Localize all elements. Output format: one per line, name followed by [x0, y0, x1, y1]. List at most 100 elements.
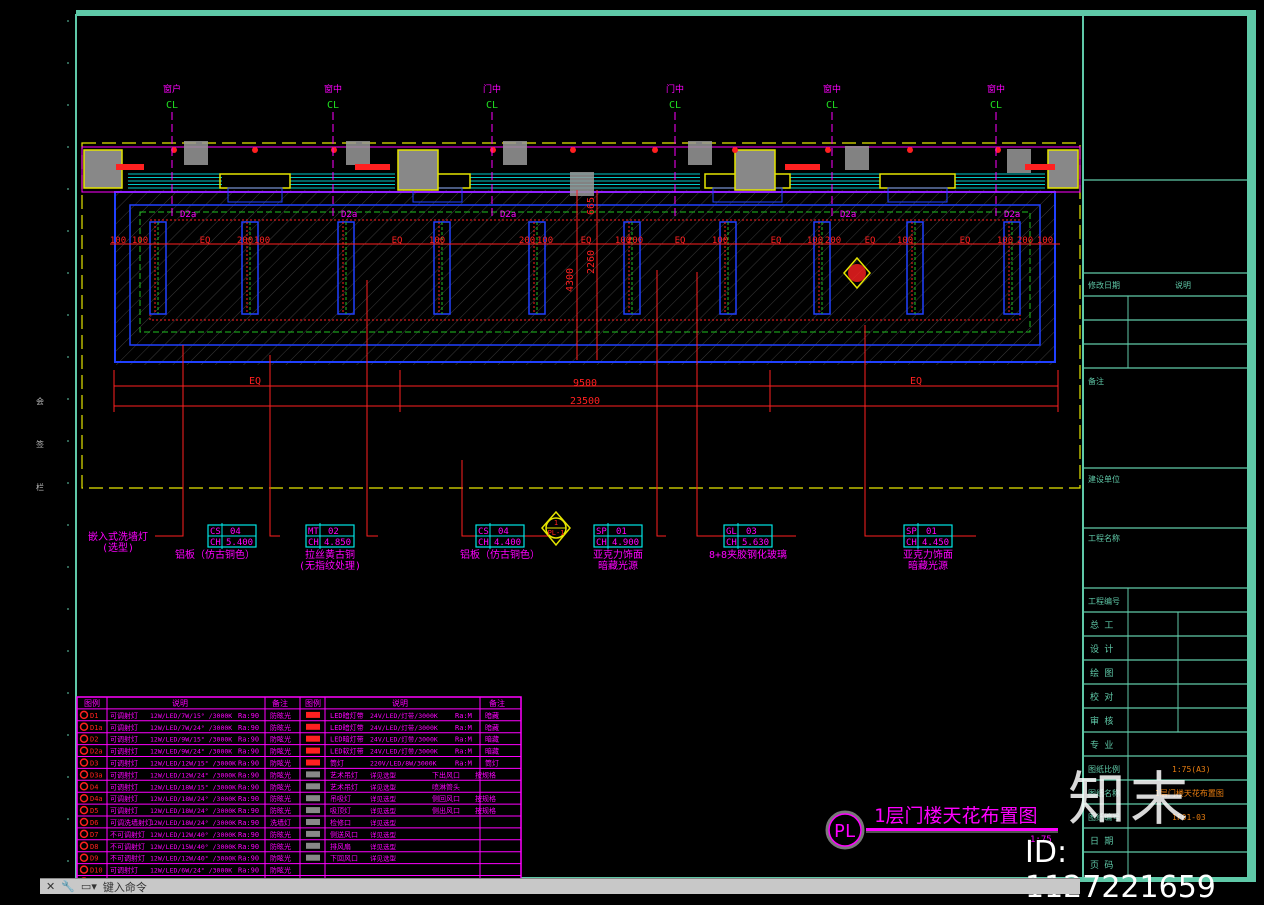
material-description: 亚克力饰面 [593, 548, 643, 561]
dim-text: 100 [997, 236, 1013, 246]
ceiling-height-value: 5.630 [742, 538, 769, 548]
fixture-symbol-icon [306, 771, 320, 778]
command-line[interactable]: ✕ 🔧 ▭▾ 键入命令 [40, 878, 1080, 894]
dim-text: 100 [132, 236, 148, 246]
fixture-code: D4 [90, 783, 98, 791]
dim-text: 100 [429, 236, 445, 246]
watermark-id: ID: 1127221659 [1025, 835, 1216, 905]
fixture-note: 防眩光 [270, 735, 291, 744]
fixture-code: D7 [90, 831, 98, 839]
fixture-ra: Ra:90 [238, 867, 259, 875]
command-input[interactable]: 键入命令 [103, 879, 147, 895]
spotlight-icon [732, 147, 738, 153]
fixture-ra: Ra:90 [238, 855, 259, 863]
material-code: CS [210, 527, 221, 537]
fixture-spec: 12W/LED/12W/40° /3000K [150, 831, 236, 839]
fixture-ra: Ra:M [455, 724, 472, 732]
legend-row-right: LED暗灯带 24V/LED/灯带/3000K Ra:M 暗藏 [306, 735, 499, 744]
ceiling-height-value: 4.850 [324, 538, 351, 548]
client-label: 建设单位 [1088, 474, 1120, 484]
dim-text: 200 [519, 236, 535, 246]
sheet-border-right [1248, 10, 1256, 882]
close-icon[interactable]: ✕ [46, 880, 55, 893]
fixture-spec: 12W/LED/12W/15° /3000K [150, 760, 236, 768]
fixture-note: 防眩光 [270, 794, 291, 803]
axis-label: 门中 [666, 83, 684, 95]
axis-label: 窗中 [987, 83, 1005, 95]
legend-header: 图例 [305, 698, 321, 708]
fixture-name-2: 下出风口 [432, 770, 460, 779]
dim-665: 665 [586, 197, 597, 215]
fixture-name-2: 喷淋管头 [432, 782, 460, 791]
fixture-name: 可调射灯 [110, 782, 138, 791]
fixture-symbol-icon [306, 711, 320, 718]
fixture-spec: 详见选型 [370, 782, 397, 791]
material-description: 8+8夹胶钢化玻璃 [709, 548, 787, 561]
legend-row-right: LED暗灯带 24V/LED/灯带/3000K Ra:M 暗藏 [306, 711, 499, 720]
ceiling-height-value: 4.450 [922, 538, 949, 548]
drawing-title-text: 1层门楼天花布置图 [874, 805, 1037, 827]
dim-text: 200 [1017, 236, 1033, 246]
material-description: 亚克力饰面 [903, 548, 953, 561]
material-callout: 嵌入式洗墙灯(选型) [88, 345, 184, 554]
dim-2260: 2260 [586, 250, 597, 274]
fixture-code: D3 [90, 760, 98, 768]
material-code: CS [478, 527, 489, 537]
dim-text: 100 [254, 236, 270, 246]
axis-label: 窗中 [823, 83, 841, 95]
fixture-ra: Ra:90 [238, 807, 259, 815]
dim-text: EQ [865, 236, 876, 246]
dim-text: EQ [675, 236, 686, 246]
ceiling-height-value: 4.400 [494, 538, 521, 548]
margin-label: 会 [36, 396, 44, 406]
project-no-label: 工程编号 [1088, 596, 1120, 606]
dim-text: EQ [392, 236, 403, 246]
fixture-name: 吸顶灯 [330, 806, 351, 815]
sheet-border-top [76, 10, 1256, 15]
fixture-note: 防眩光 [270, 723, 291, 732]
dim-text: 100 [110, 236, 126, 246]
ceiling-height-label: CH [308, 538, 319, 548]
section-mark-number: 1 [554, 519, 558, 527]
fixture-spec: 24V/LED/灯带/3000K [370, 735, 438, 744]
fixture-name: LED暗灯带 [330, 735, 364, 744]
material-number: 02 [328, 527, 339, 537]
fixture-name: 可调射灯 [110, 723, 138, 732]
fixture-note: 暗藏 [485, 747, 499, 756]
wrench-icon[interactable]: 🔧 [61, 880, 75, 893]
fixture-name: 可调射灯 [110, 747, 138, 756]
fixture-spec: 12W/LED/7W/24° /3000K [150, 724, 232, 732]
role-label: 总 工 [1090, 619, 1113, 631]
cad-viewport[interactable]: 窗户 CL D2a 窗中 CL D2a 门中 CL D2a 门中 CL 窗中 CL D2a 窗中 CL D2a … [0, 0, 1264, 905]
section-mark: 1 PL-1 [541, 510, 571, 547]
spotlight-icon [331, 147, 337, 153]
fixture-symbol-icon [306, 747, 320, 754]
fixture-spec: 12W/LED/9W/24° /3000K [150, 748, 232, 756]
vent [688, 141, 712, 165]
fixture-spec: 12W/LED/12W/24° /3000K [150, 771, 236, 779]
fixture-code: D6 [90, 819, 98, 827]
fixture-name: 可调射灯 [110, 866, 138, 875]
dim-4300: 4300 [565, 268, 576, 292]
material-number: 04 [230, 527, 241, 537]
material-description: 拉丝黄古铜 [305, 548, 355, 561]
fixture-ra: Ra:90 [238, 783, 259, 791]
fixture-note: 防眩光 [270, 842, 291, 851]
fixture-ra: Ra:90 [238, 748, 259, 756]
dim-text: 100 [897, 236, 913, 246]
command-history-icon[interactable]: ▭▾ [81, 880, 97, 893]
fixture-ra: Ra:90 [238, 795, 259, 803]
title-badge: PL [834, 821, 856, 842]
legend-table: 图例 说明 备注 图例 说明 备注 D1 可调射灯 12W/LED/7W/15° /3000K R… [76, 696, 522, 887]
sign-off-margin: 会签栏 [36, 396, 44, 492]
material-number: 04 [498, 527, 509, 537]
fixture-symbol-icon [306, 842, 320, 849]
fixture-tag: D2a [341, 210, 357, 220]
material-number: 03 [746, 527, 757, 537]
fixture-name: 可调射灯 [110, 794, 138, 803]
fixture-spec: 12W/LED/15W/40° /3000K [150, 843, 236, 851]
fixture-name: 下回风口 [330, 855, 358, 863]
legend-row-right: LED软灯带 24V/LED/灯带/3000K Ra:M 暗藏 [306, 747, 499, 756]
column [734, 149, 776, 191]
fixture-ra: Ra:M [455, 736, 472, 744]
